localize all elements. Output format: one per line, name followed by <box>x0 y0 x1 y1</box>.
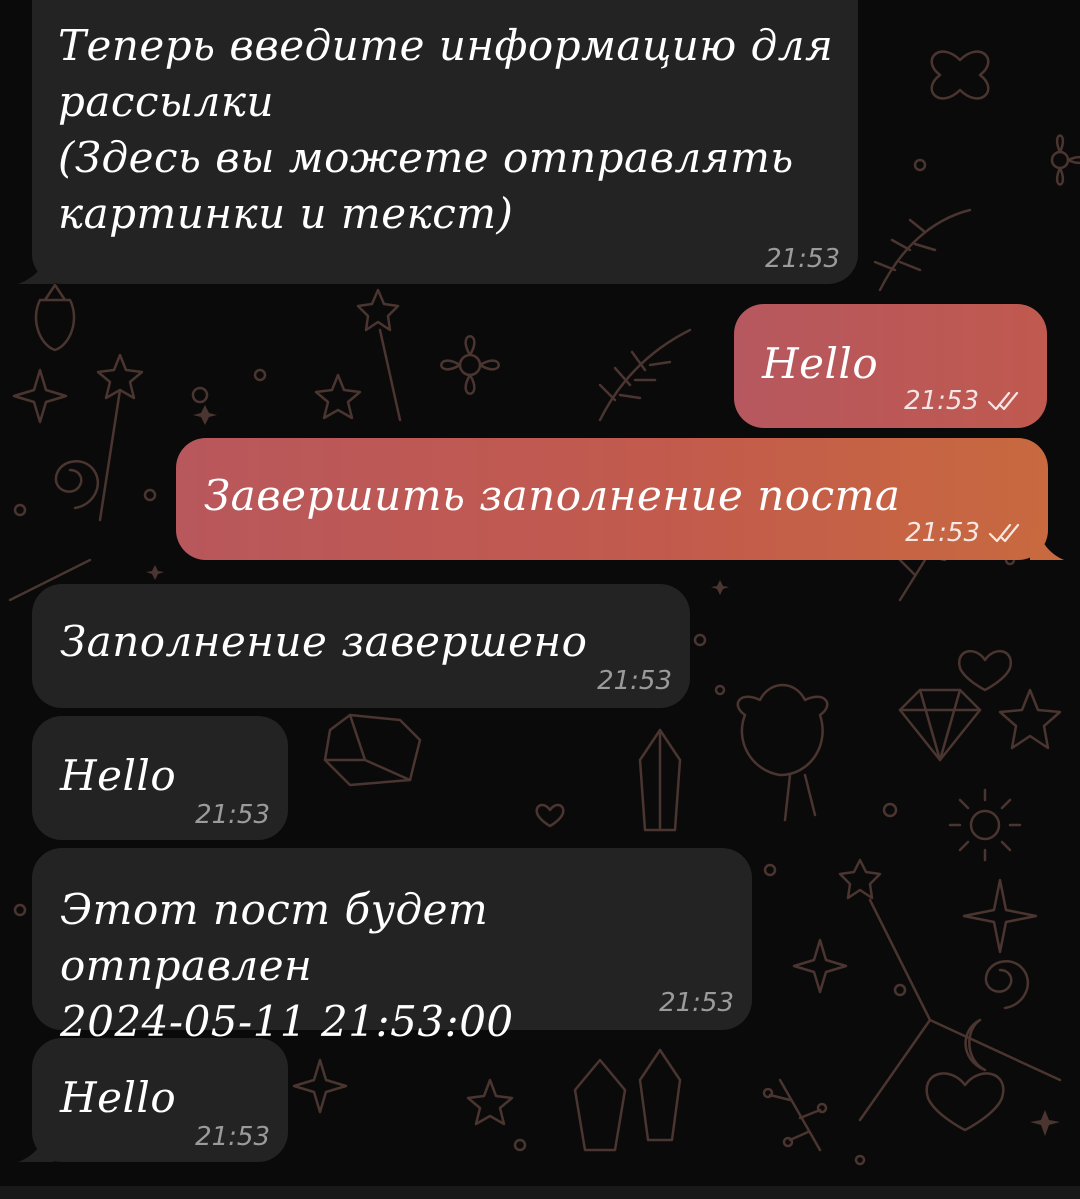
message-meta: 21:53 <box>597 666 672 696</box>
message-time: 21:53 <box>659 988 734 1018</box>
message-time: 21:53 <box>195 1122 270 1152</box>
message-text: Теперь введите информацию для рассылки (… <box>58 21 834 238</box>
message-text: Этот пост будет отправлен 2024-05-11 21:… <box>60 885 514 1046</box>
message-meta: 21:53 <box>904 386 1025 416</box>
message-incoming[interactable]: Hello 21:53 <box>32 1038 288 1162</box>
message-outgoing[interactable]: Завершить заполнение поста 21:53 <box>176 438 1048 560</box>
message-text: Заполнение завершено <box>60 617 588 666</box>
bubble-tail <box>18 1132 54 1162</box>
double-check-icon <box>987 391 1019 411</box>
message-time: 21:53 <box>904 386 979 416</box>
message-incoming[interactable]: Теперь введите информацию для рассылки (… <box>32 0 858 284</box>
message-time: 21:53 <box>597 666 672 696</box>
message-text: Hello <box>60 1073 177 1122</box>
message-text: Hello <box>762 339 879 388</box>
message-meta: 21:53 <box>659 988 734 1018</box>
message-time: 21:53 <box>195 800 270 830</box>
message-incoming[interactable]: Заполнение завершено 21:53 <box>32 584 690 708</box>
message-meta: 21:53 <box>765 244 840 274</box>
bubble-tail <box>1030 530 1064 560</box>
message-meta: 21:53 <box>195 1122 270 1152</box>
message-meta: 21:53 <box>195 800 270 830</box>
double-check-icon <box>988 523 1020 543</box>
message-text: Hello <box>60 751 177 800</box>
message-text: Завершить заполнение поста <box>204 471 901 520</box>
message-incoming[interactable]: Hello 21:53 <box>32 716 288 840</box>
input-bar-edge <box>0 1186 1080 1199</box>
message-meta: 21:53 <box>905 518 1026 548</box>
bubble-tail <box>18 256 54 284</box>
message-incoming[interactable]: Этот пост будет отправлен 2024-05-11 21:… <box>32 848 752 1046</box>
message-time: 21:53 <box>905 518 980 548</box>
message-outgoing[interactable]: Hello 21:53 <box>734 304 1047 428</box>
message-time: 21:53 <box>765 244 840 274</box>
